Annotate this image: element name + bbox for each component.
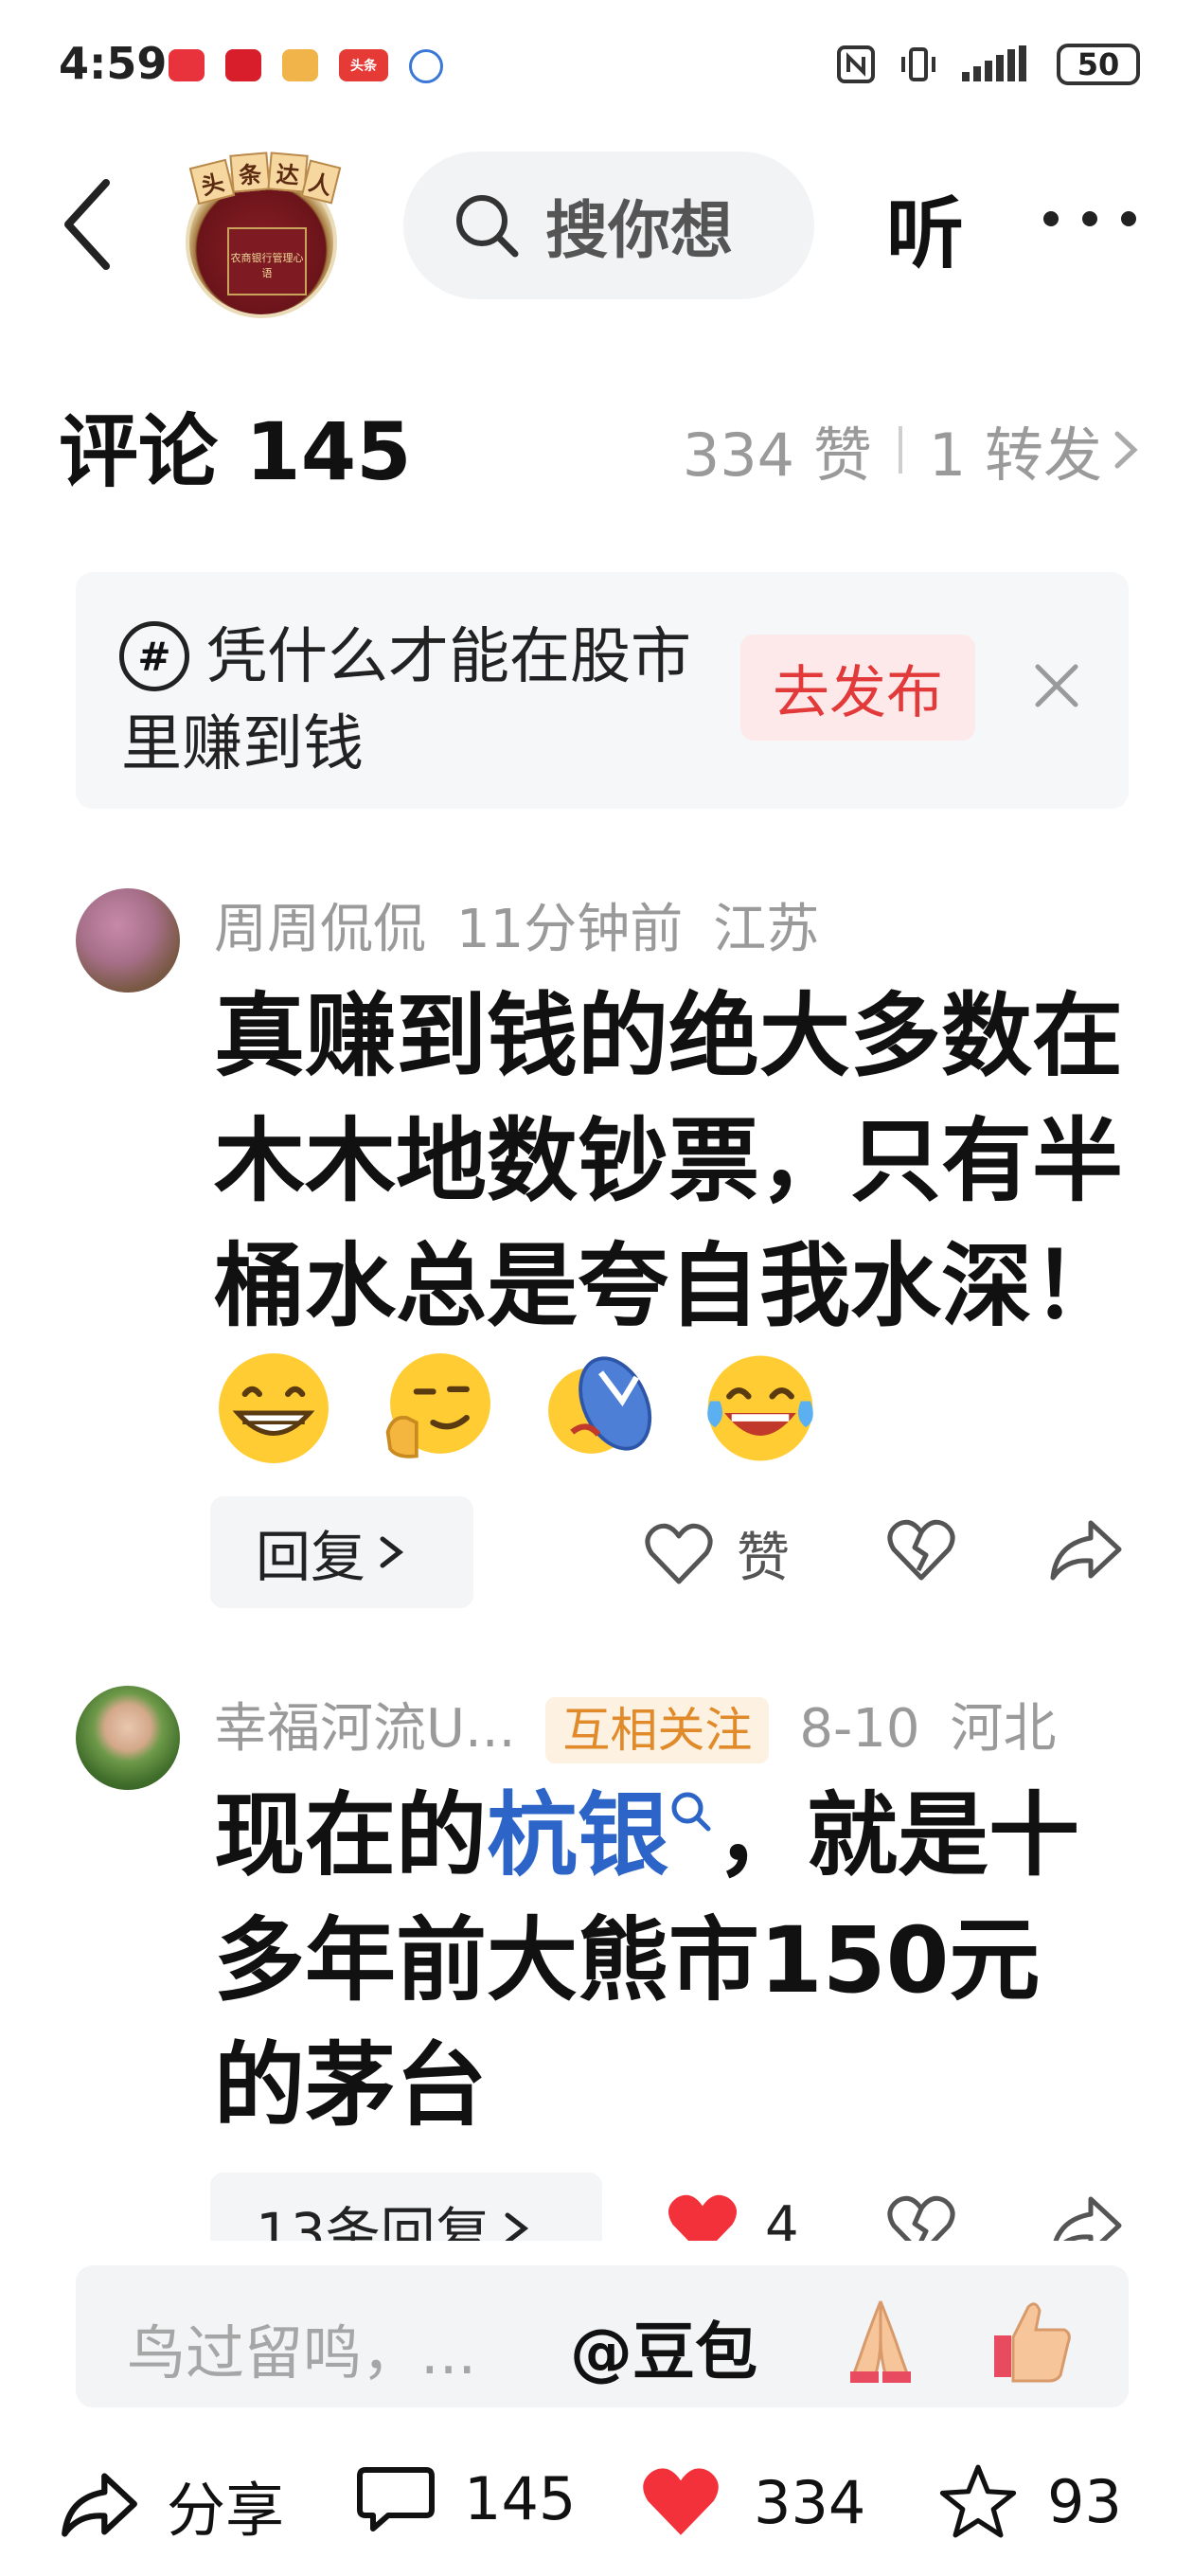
comment-meta: 周周侃侃 11分钟前 江苏 [214, 886, 849, 963]
share-button[interactable]: 分享 [59, 2462, 284, 2548]
comments-title: 评论 145 [59, 405, 412, 498]
back-button[interactable] [59, 172, 134, 277]
like-post-button[interactable]: 334 [636, 2462, 865, 2542]
comment-text-before: 现在的 [214, 1782, 487, 1888]
author-avatar[interactable]: 农商银行管理心语 头 条 达 人 [182, 150, 343, 318]
replies-count-label: 13条回复 [256, 2201, 490, 2241]
comment-body: 真赚到钱的绝大多数在木木地数钞票，只有半桶水总是夸自我水深！ [214, 974, 1123, 1478]
commenter-avatar[interactable] [76, 888, 180, 993]
chevron-right-icon [380, 1536, 404, 1568]
more-options-button[interactable] [1038, 186, 1142, 252]
signal-icon [962, 45, 1026, 81]
comments-button[interactable]: 145 [356, 2462, 576, 2534]
topic-text: 凭什么才能在股市里赚到钱 [121, 622, 691, 779]
comment-placeholder: 鸟过留鸣，... [127, 2318, 477, 2388]
toutiao-talent-badge: 头 条 达 人 [188, 152, 342, 206]
heart-filled-icon [668, 2194, 737, 2241]
vibrate-icon [901, 47, 935, 81]
battery-indicator: 50 [1057, 44, 1140, 85]
listen-button[interactable]: 听 [886, 170, 964, 283]
comments-count: 145 [464, 2463, 577, 2533]
badge-char: 条 [229, 152, 271, 193]
tears-of-joy-icon [707, 1355, 814, 1461]
forwards-count: 1 转发 [928, 420, 1102, 490]
star-outline-icon [939, 2464, 1017, 2538]
bottom-action-bar: 分享 145 334 93 [0, 2424, 1193, 2576]
share-arrow-icon [62, 2473, 137, 2537]
like-count: 4 [765, 2194, 799, 2242]
share-arrow-icon[interactable] [1047, 1517, 1123, 1583]
more-dots-icon [1043, 211, 1136, 226]
avatar-book-cover: 农商银行管理心语 [227, 227, 307, 295]
like-button[interactable]: 4 [663, 2190, 799, 2241]
praying-hands-icon[interactable] [833, 2292, 928, 2387]
dislike-broken-heart-icon[interactable] [886, 1517, 956, 1583]
chevron-left-icon [64, 179, 110, 270]
search-placeholder: 搜你想 [545, 194, 733, 267]
comment-body: 现在的杭银 ，就是十多年前大熊市150元的茅台 [214, 1773, 1123, 2148]
status-notification-icons: 头条 [169, 49, 443, 83]
dislike-broken-heart-icon[interactable] [886, 2193, 956, 2241]
favorites-count: 93 [1047, 2466, 1122, 2536]
toutiao-app-icon: 头条 [339, 49, 388, 81]
like-label: 赞 [737, 1528, 790, 1589]
comment-author[interactable]: 幸福河流U... [214, 1698, 515, 1760]
sticker-app-icon [282, 49, 318, 81]
share-arrow-icon[interactable] [1047, 2193, 1123, 2241]
mention-doubao-button[interactable]: @豆包 [570, 2301, 757, 2392]
comment-input[interactable]: 鸟过留鸣，... @豆包 [76, 2265, 1129, 2407]
heart-outline-icon [645, 1523, 713, 1583]
app-blue-icon [409, 49, 443, 83]
comment-bubble-icon [357, 2467, 435, 2531]
comment-item: 幸福河流U... 互相关注 8-10 河北 现在的杭银 ，就是十多年前大熊市150元的… [0, 1682, 1193, 2241]
grin-icon [219, 1353, 329, 1463]
like-button[interactable]: 赞 [644, 1515, 790, 1592]
search-icon [456, 195, 519, 258]
reply-button[interactable]: 回复 [210, 1496, 473, 1608]
share-label: 分享 [167, 2476, 285, 2545]
nfc-icon [837, 45, 875, 83]
publish-button[interactable]: 去发布 [740, 635, 975, 741]
status-time: 4:59 [59, 38, 168, 89]
comment-time: 11分钟前 [456, 899, 684, 960]
topic-prompt-card[interactable]: # 凭什么才能在股市里赚到钱 去发布 [76, 572, 1129, 809]
post-likes-count: 334 [754, 2467, 866, 2537]
stock-link[interactable]: 杭银 [487, 1782, 668, 1888]
smirk-thumb-icon [386, 1353, 491, 1458]
chevron-right-icon [505, 2212, 528, 2241]
comment-item: 周周侃侃 11分钟前 江苏 真赚到钱的绝大多数在木木地数钞票，只有半桶水总是夸自我水… [0, 881, 1193, 1629]
status-indicators: 50 [835, 44, 1140, 85]
status-bar: 4:59 头条 50 [0, 0, 1193, 133]
mutual-follow-badge: 互相关注 [545, 1697, 770, 1763]
comment-text: 真赚到钱的绝大多数在木木地数钞票，只有半桶水总是夸自我水深！ [214, 983, 1123, 1339]
post-stats[interactable]: 334 赞 1 转发 [683, 407, 1140, 492]
app-notification-icon [169, 49, 205, 81]
heart-filled-icon [643, 2468, 719, 2535]
app-notification-icon [225, 49, 261, 81]
top-nav: 农商银行管理心语 头 条 达 人 搜你想 听 [0, 133, 1193, 318]
reply-label: 回复 [256, 1525, 366, 1589]
comment-author[interactable]: 周周侃侃 [214, 899, 426, 960]
view-replies-button[interactable]: 13条回复 [210, 2173, 602, 2241]
search-input[interactable]: 搜你想 [403, 152, 814, 299]
close-icon[interactable] [1030, 659, 1083, 712]
commenter-avatar[interactable] [76, 1686, 180, 1790]
comment-meta: 幸福河流U... 互相关注 8-10 河北 [214, 1686, 1086, 1763]
slipper-icon [547, 1356, 651, 1454]
favorite-button[interactable]: 93 [937, 2462, 1122, 2540]
badge-char: 头 [188, 158, 236, 206]
thumbs-up-icon[interactable] [985, 2292, 1079, 2387]
chevron-right-icon [1114, 431, 1138, 469]
divider [898, 426, 902, 474]
search-link-icon [671, 1792, 711, 1832]
comment-location: 河北 [950, 1698, 1057, 1760]
comment-location: 江苏 [713, 899, 820, 960]
comment-time: 8-10 [799, 1698, 920, 1760]
likes-count: 334 赞 [682, 420, 872, 490]
